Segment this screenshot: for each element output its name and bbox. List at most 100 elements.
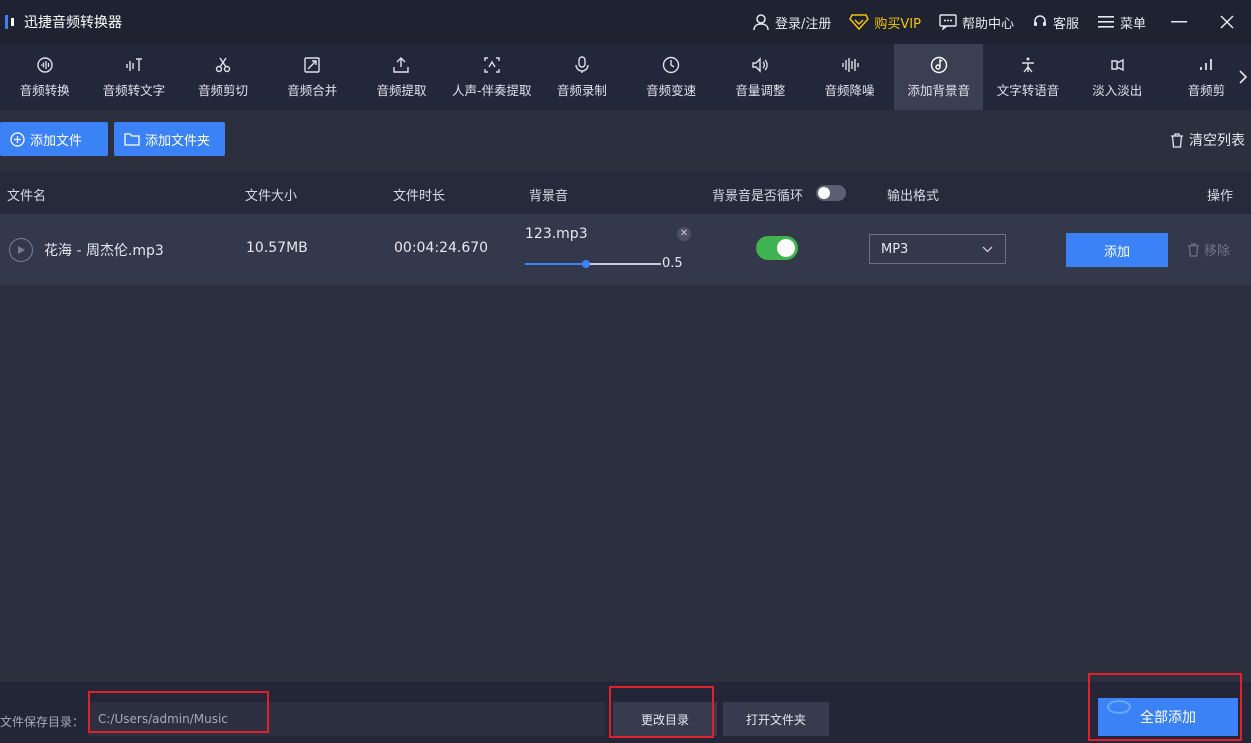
bg-volume-handle[interactable]	[582, 260, 591, 268]
table-row: 花海 - 周杰伦.mp3 10.57MB 00:04:24.670 123.mp…	[0, 214, 1251, 285]
row-size: 10.57MB	[246, 240, 308, 256]
chevron-down-icon	[982, 246, 993, 253]
col-format: 输出格式	[887, 189, 940, 204]
service-label: 客服	[1052, 16, 1079, 32]
text-to-speech-icon	[1022, 57, 1034, 72]
tool-label: 音频剪切	[198, 82, 249, 98]
tool-fade[interactable]: 淡入淡出	[1073, 44, 1162, 110]
tool-background-music[interactable]: 添加背景音	[894, 44, 984, 110]
buy-vip-button[interactable]: 购买VIP	[840, 0, 930, 44]
col-filename: 文件名	[7, 189, 47, 204]
row-add-label: 添加	[1103, 244, 1130, 260]
output-format-select[interactable]: MP3	[869, 234, 1006, 264]
microphone-icon	[575, 55, 589, 73]
app-logo-icon	[0, 11, 22, 33]
col-size: 文件大小	[245, 189, 298, 204]
customer-service-button[interactable]: 客服	[1023, 0, 1088, 44]
col-duration: 文件时长	[393, 189, 446, 204]
tool-extract[interactable]: 音频提取	[357, 44, 446, 110]
tool-label: 人声-伴奏提取	[451, 82, 532, 98]
table-header: 文件名 文件大小 文件时长 背景音 背景音是否循环 输出格式 操作	[0, 172, 1251, 214]
tool-nav: 音频转换 音频转文字 音频剪切 音频合并 音频提取 人声-伴奏提取 音频录制 音频变速 音量调整…	[0, 44, 1251, 110]
tool-denoise[interactable]: 音频降噪	[805, 44, 894, 110]
tool-speed[interactable]: 音频变速	[627, 44, 716, 110]
tool-label: 淡入淡出	[1092, 82, 1143, 98]
tool-microphone[interactable]: 音频录制	[537, 44, 626, 110]
col-loop: 背景音是否循环	[712, 189, 804, 204]
clear-list-label: 清空列表	[1189, 133, 1245, 149]
volume-icon	[752, 56, 769, 73]
title-bar: 迅捷音频转换器 登录/注册 购买VIP 帮助中心 客服 菜单	[0, 0, 1251, 44]
minimize-icon	[1171, 21, 1187, 23]
row-add-button[interactable]: 添加	[1066, 233, 1168, 267]
vip-label: 购买VIP	[874, 16, 921, 32]
bg-volume-fill	[525, 263, 587, 265]
tool-label: 添加背景音	[907, 82, 971, 98]
tool-volume[interactable]: 音量调整	[716, 44, 805, 110]
audio-to-text-icon	[126, 57, 142, 71]
col-ops: 操作	[1207, 189, 1234, 204]
row-filename: 花海 - 周杰伦.mp3	[44, 243, 164, 259]
tool-nav-next-button[interactable]	[1235, 44, 1251, 110]
speed-icon	[662, 56, 680, 73]
clear-list-button[interactable]: 清空列表	[1170, 130, 1245, 150]
user-icon	[753, 14, 769, 31]
play-button[interactable]	[9, 238, 33, 262]
tool-label: 音量调整	[735, 82, 786, 98]
add-all-label: 全部添加	[1140, 710, 1196, 726]
add-all-button[interactable]: 全部添加	[1098, 698, 1238, 736]
help-center-button[interactable]: 帮助中心	[930, 0, 1023, 44]
change-dir-button[interactable]: 更改目录	[613, 702, 717, 736]
tool-label: 音频降噪	[824, 82, 875, 98]
row-duration: 00:04:24.670	[394, 240, 489, 256]
add-file-label: 添加文件	[30, 133, 83, 149]
save-path-input[interactable]	[88, 702, 605, 736]
vocal-extract-icon	[483, 56, 500, 73]
login-label: 登录/注册	[774, 16, 832, 32]
tool-label: 音频合并	[287, 82, 338, 98]
title-actions: 登录/注册 购买VIP 帮助中心 客服 菜单	[743, 0, 1251, 44]
add-file-button[interactable]: 添加文件	[0, 122, 108, 156]
audio-convert-icon	[36, 56, 53, 73]
tool-label: 音频转换	[19, 82, 70, 98]
tool-scissors[interactable]: 音频剪切	[178, 44, 267, 110]
open-folder-button[interactable]: 打开文件夹	[723, 702, 829, 736]
minimize-button[interactable]	[1155, 0, 1203, 44]
change-dir-label: 更改目录	[640, 712, 689, 727]
action-bar: 添加文件 添加文件夹 清空列表	[0, 122, 1251, 162]
bg-volume-slider[interactable]	[525, 260, 661, 268]
menu-label: 菜单	[1119, 16, 1146, 32]
row-remove-label: 移除	[1204, 244, 1231, 259]
vip-diamond-icon	[849, 14, 870, 30]
tool-label: 音频变速	[646, 82, 697, 98]
play-icon	[18, 246, 25, 254]
tool-label: 音频提取	[376, 82, 427, 98]
remove-bg-icon[interactable]: ✕	[677, 227, 691, 241]
loop-all-toggle[interactable]	[816, 185, 846, 201]
headset-icon	[1033, 15, 1046, 26]
tool-audio-convert[interactable]: 音频转换	[0, 44, 89, 110]
tool-label: 音频剪	[1187, 82, 1226, 98]
tool-text-to-speech[interactable]: 文字转语音	[983, 44, 1072, 110]
login-button[interactable]: 登录/注册	[743, 0, 840, 44]
audio-bars-icon	[1200, 58, 1213, 70]
tool-label: 音频录制	[556, 82, 607, 98]
close-button[interactable]	[1203, 0, 1251, 44]
merge-icon	[304, 56, 320, 73]
output-format-value: MP3	[881, 241, 909, 257]
tool-label: 音频转文字	[102, 82, 166, 98]
open-folder-label: 打开文件夹	[745, 712, 806, 727]
extract-icon	[393, 56, 410, 73]
row-remove-button[interactable]: 移除	[1187, 240, 1230, 259]
scissors-icon	[215, 57, 231, 72]
tool-vocal-extract[interactable]: 人声-伴奏提取	[446, 44, 537, 110]
row-loop-toggle[interactable]	[756, 236, 798, 260]
menu-button[interactable]: 菜单	[1088, 0, 1155, 44]
tool-merge[interactable]: 音频合并	[268, 44, 357, 110]
background-music-icon	[930, 56, 947, 73]
app-title: 迅捷音频转换器	[24, 15, 122, 31]
tool-label: 文字转语音	[996, 82, 1060, 98]
tool-audio-to-text[interactable]: 音频转文字	[89, 44, 178, 110]
hamburger-icon	[1097, 16, 1114, 28]
add-folder-button[interactable]: 添加文件夹	[114, 122, 225, 156]
